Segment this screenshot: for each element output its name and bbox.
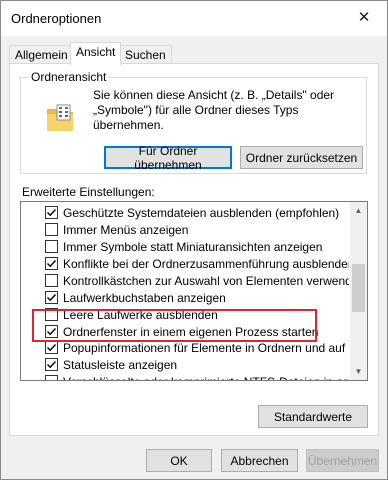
settings-item-label: Konflikte bei der Ordnerzusammenführung … [63,257,349,271]
scroll-down-icon[interactable]: ▼ [350,363,367,380]
tab-general[interactable]: Allgemein [9,45,74,64]
settings-item-label: Verschlüsselte oder komprimierte NTFS-Da… [63,375,349,380]
settings-item-label: Ordnerfenster in einem eigenen Prozess s… [63,325,319,339]
apply-to-folders-button[interactable]: Für Ordner übernehmen [104,144,232,172]
folder-options-dialog: Ordneroptionen ✕ Allgemein Ansicht Suche… [0,0,388,480]
checkbox-unchecked[interactable] [45,223,58,236]
checkbox-checked[interactable] [45,291,58,304]
settings-item-label: Statusleiste anzeigen [63,358,178,372]
advanced-settings-items: Geschützte Systemdateien ausblenden (emp… [21,202,349,380]
settings-list-item[interactable]: Laufwerkbuchstaben anzeigen [21,290,349,306]
settings-item-label: Immer Symbole statt Miniaturansichten an… [63,240,323,254]
settings-list-item[interactable]: Popupinformationen für Elemente in Ordne… [21,340,349,356]
apply-button[interactable]: Übernehmen [306,449,379,472]
cancel-button[interactable]: Abbrechen [221,449,298,472]
settings-item-label: Laufwerkbuchstaben anzeigen [63,291,226,305]
tab-view[interactable]: Ansicht [70,42,122,65]
restore-defaults-button[interactable]: Standardwerte [258,405,368,428]
settings-list-item[interactable]: Ordnerfenster in einem eigenen Prozess s… [21,324,349,340]
settings-item-label: Geschützte Systemdateien ausblenden (emp… [63,206,340,220]
title-bar: Ordneroptionen ✕ [1,1,387,36]
window-title: Ordneroptionen [11,11,102,26]
settings-list-item[interactable]: Immer Symbole statt Miniaturansichten an… [21,239,349,255]
view-tab-panel: Ordneransicht Sie können diese Ansicht (… [9,63,379,436]
settings-list-item[interactable]: Leere Laufwerke ausblenden [21,307,349,323]
folder-view-description: Sie können diese Ansicht (z. B. „Details… [93,88,335,132]
settings-item-label: Kontrollkästchen zur Auswahl von Element… [63,274,349,288]
close-icon[interactable]: ✕ [341,1,387,32]
checkbox-checked[interactable] [45,341,58,354]
settings-list-item[interactable]: Statusleiste anzeigen [21,357,349,373]
folder-views-icon [47,104,73,131]
scroll-up-icon[interactable]: ▲ [350,202,367,219]
checkbox-unchecked[interactable] [45,274,58,287]
checkbox-checked[interactable] [45,206,58,219]
advanced-settings-label: Erweiterte Einstellungen: [22,185,155,199]
checkbox-unchecked[interactable] [45,308,58,321]
settings-list-item[interactable]: Kontrollkästchen zur Auswahl von Element… [21,273,349,289]
tab-search[interactable]: Suchen [119,45,172,64]
folder-view-title: Ordneransicht [29,70,109,84]
reset-folders-button[interactable]: Ordner zurücksetzen [240,146,363,169]
settings-list-item[interactable]: Verschlüsselte oder komprimierte NTFS-Da… [21,374,349,380]
checkbox-checked[interactable] [45,325,58,338]
settings-item-label: Leere Laufwerke ausblenden [63,308,218,322]
settings-list-item[interactable]: Geschützte Systemdateien ausblenden (emp… [21,205,349,221]
settings-list-item[interactable]: Konflikte bei der Ordnerzusammenführung … [21,256,349,272]
checkbox-checked[interactable] [45,358,58,371]
checkbox-unchecked[interactable] [45,240,58,253]
checkbox-unchecked[interactable] [45,375,58,380]
advanced-settings-scrollbar[interactable]: ▲ ▼ [350,202,367,380]
folder-view-group: Ordneransicht Sie können diese Ansicht (… [20,70,367,174]
settings-item-label: Immer Menüs anzeigen [63,223,189,237]
ok-button[interactable]: OK [146,449,212,472]
settings-item-label: Popupinformationen für Elemente in Ordne… [63,341,349,355]
scrollbar-thumb[interactable] [352,264,365,312]
advanced-settings-list[interactable]: Geschützte Systemdateien ausblenden (emp… [20,201,368,381]
checkbox-checked[interactable] [45,257,58,270]
settings-list-item[interactable]: Immer Menüs anzeigen [21,222,349,238]
